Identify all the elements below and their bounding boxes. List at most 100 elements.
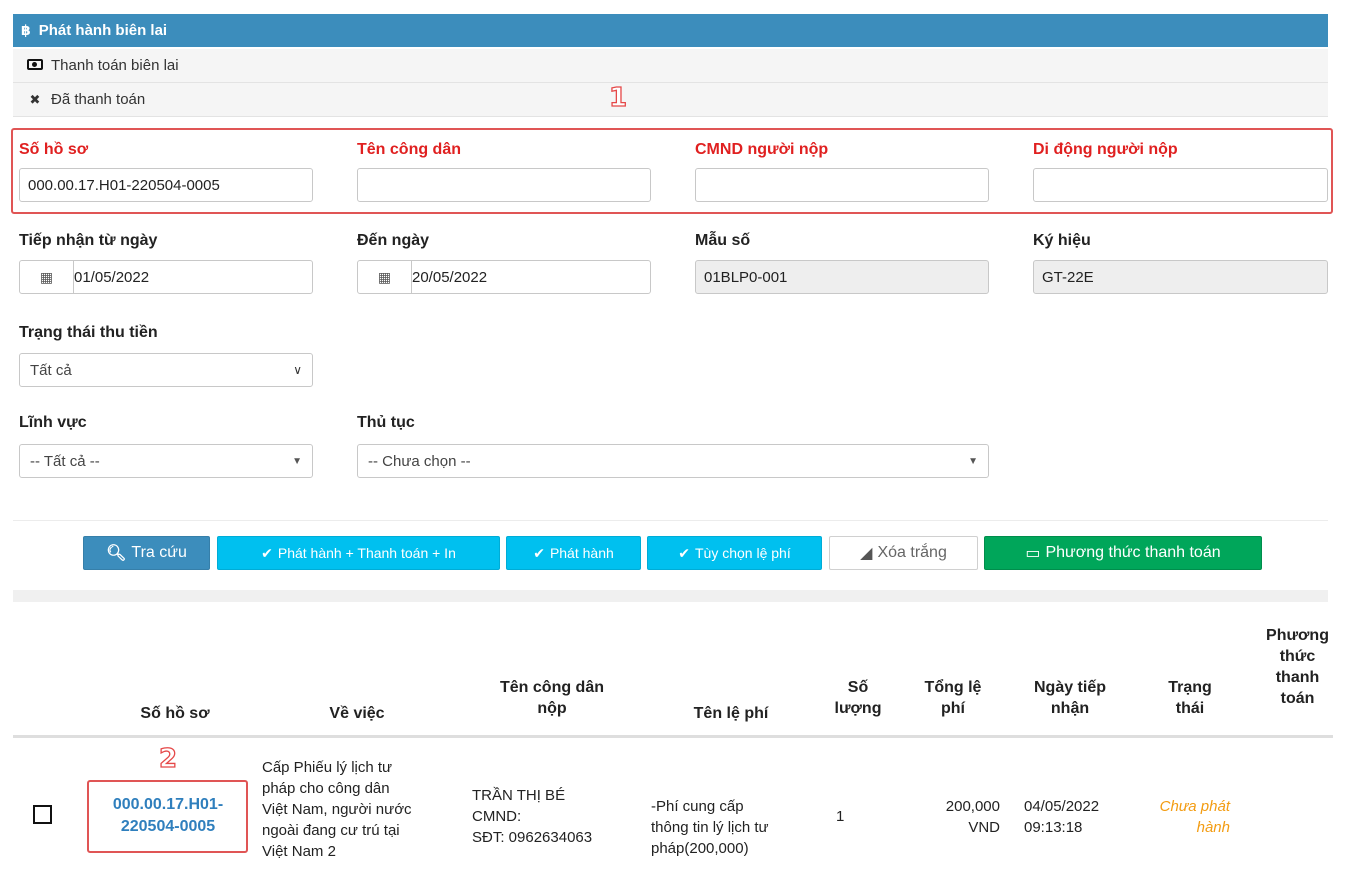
di-dong-input[interactable] bbox=[1033, 168, 1328, 202]
baht-icon: ฿ bbox=[21, 22, 31, 38]
phat-hanh-button[interactable]: ✔ Phát hành bbox=[506, 536, 641, 570]
cell-line: hành bbox=[1196, 819, 1230, 836]
linh-vuc-select[interactable]: -- Tất cả -- ▼ bbox=[19, 444, 313, 478]
table-header-border bbox=[13, 735, 1333, 738]
den-ngay-value: 20/05/2022 bbox=[412, 268, 488, 286]
xoa-trang-button[interactable]: ◢ Xóa trắng bbox=[829, 536, 978, 570]
cell-line: CMND: bbox=[472, 808, 522, 825]
cell-line: thông tin lý lịch tư bbox=[651, 819, 769, 836]
phuong-thuc-thanh-toan-label: Phương thức thanh toán bbox=[1045, 544, 1221, 561]
col-header-line: nộp bbox=[537, 700, 567, 717]
calendar-icon[interactable]: ▦ bbox=[358, 261, 412, 293]
trang-thai-value: Tất cả bbox=[30, 361, 72, 379]
ten-cong-dan-input[interactable] bbox=[357, 168, 651, 202]
col-header-line: lượng bbox=[834, 700, 882, 717]
annotation-number-2: 2 bbox=[158, 743, 178, 774]
tu-ngay-input[interactable]: ▦ 01/05/2022 bbox=[19, 260, 313, 294]
cell-so-luong: 1 bbox=[836, 808, 845, 825]
menu-item-da-thanh-toan[interactable]: ✖ Đã thanh toán bbox=[13, 83, 1328, 117]
label-thu-tuc: Thủ tục bbox=[357, 414, 415, 431]
col-header-line: thái bbox=[1175, 700, 1205, 717]
label-so-ho-so: Số hồ sơ bbox=[19, 141, 89, 158]
phat-hanh-label: Phát hành bbox=[549, 545, 614, 561]
linh-vuc-value: -- Tất cả -- bbox=[30, 452, 100, 470]
col-header-line: thanh bbox=[1275, 669, 1320, 686]
money-icon bbox=[25, 58, 45, 73]
check-icon: ✔ bbox=[533, 544, 545, 561]
col-header-line: Ngày tiếp bbox=[1033, 679, 1106, 696]
col-header-line: Trạng bbox=[1168, 679, 1212, 696]
label-trang-thai-thu-tien: Trạng thái thu tiền bbox=[19, 324, 158, 341]
chevron-down-icon: ∨ bbox=[293, 363, 302, 377]
cell-line: pháp(200,000) bbox=[651, 840, 749, 857]
status-badge: Chưa phát hành bbox=[1140, 796, 1230, 838]
col-header-ten-le-phi: Tên lệ phí bbox=[693, 705, 769, 722]
col-header-line: Tổng lệ bbox=[924, 679, 982, 696]
so-ho-so-link-line: 000.00.17.H01- bbox=[112, 796, 224, 813]
label-ten-cong-dan: Tên công dân bbox=[357, 141, 461, 158]
label-cmnd: CMND người nộp bbox=[695, 141, 829, 158]
so-ho-so-link[interactable]: 000.00.17.H01- 220504-0005 bbox=[92, 794, 244, 838]
cell-line: ngoài đang cư trú tại bbox=[262, 822, 400, 839]
eraser-icon: ◢ bbox=[860, 545, 873, 562]
col-header-line: Phương bbox=[1266, 627, 1329, 644]
ky-hieu-value: GT-22E bbox=[1042, 268, 1094, 286]
menu-item-label: Thanh toán biên lai bbox=[51, 57, 179, 74]
label-mau-so: Mẫu số bbox=[695, 232, 751, 249]
trang-thai-select[interactable]: Tất cả ∨ bbox=[19, 353, 313, 387]
tu-ngay-value: 01/05/2022 bbox=[74, 268, 150, 286]
cell-line: TRẦN THỊ BÉ bbox=[472, 787, 566, 804]
close-icon: ✖ bbox=[29, 91, 41, 107]
label-linh-vuc: Lĩnh vực bbox=[19, 414, 87, 431]
cell-ten-cong-dan: TRẦN THỊ BÉ CMND: SĐT: 0962634063 bbox=[472, 785, 642, 848]
col-header-line: phí bbox=[941, 700, 965, 717]
check-icon: ✔ bbox=[678, 544, 690, 561]
label-di-dong: Di động người nộp bbox=[1033, 141, 1178, 158]
xoa-trang-label: Xóa trắng bbox=[877, 544, 947, 561]
col-header-line: thức bbox=[1279, 648, 1316, 665]
calendar-icon[interactable]: ▦ bbox=[20, 261, 74, 293]
search-icon: 🔍︎ bbox=[106, 545, 127, 562]
col-header-line: Tên công dân bbox=[500, 679, 604, 696]
cell-ten-le-phi: -Phí cung cấp thông tin lý lịch tư pháp(… bbox=[651, 796, 821, 859]
col-header-ten-cong-dan: Tên công dân nộp bbox=[462, 677, 642, 719]
so-ho-so-input[interactable]: 000.00.17.H01-220504-0005 bbox=[19, 168, 313, 202]
cmnd-input[interactable] bbox=[695, 168, 989, 202]
phat-hanh-thanh-toan-in-button[interactable]: ✔ Phát hành + Thanh toán + In bbox=[217, 536, 500, 570]
caret-down-icon: ▼ bbox=[292, 455, 302, 467]
tra-cuu-label: Tra cứu bbox=[131, 544, 187, 561]
col-header-line: nhận bbox=[1050, 700, 1090, 717]
menu-item-label: Đã thanh toán bbox=[51, 91, 146, 108]
phuong-thuc-thanh-toan-button[interactable]: ▭ Phương thức thanh toán bbox=[984, 536, 1262, 570]
menu-item-thanh-toan[interactable]: Thanh toán biên lai bbox=[13, 49, 1328, 83]
check-icon: ✔ bbox=[261, 544, 273, 561]
tuy-chon-le-phi-button[interactable]: ✔ Tùy chọn lệ phí bbox=[647, 536, 822, 570]
cell-ngay-tiep-nhan: 04/05/2022 09:13:18 bbox=[1024, 796, 1134, 838]
tuy-chon-le-phi-label: Tùy chọn lệ phí bbox=[695, 545, 791, 561]
mau-so-value: 01BLP0-001 bbox=[704, 268, 788, 286]
cell-line: VND bbox=[968, 819, 1000, 836]
col-header-tong-le-phi: Tổng lệ phí bbox=[908, 677, 998, 719]
annotation-number-1: 1 bbox=[608, 82, 628, 113]
cell-line: pháp cho công dân bbox=[262, 780, 390, 797]
cell-line: 09:13:18 bbox=[1024, 819, 1083, 836]
col-header-line: toán bbox=[1280, 690, 1315, 707]
thu-tuc-value: -- Chưa chọn -- bbox=[368, 452, 471, 470]
label-ky-hieu: Ký hiệu bbox=[1033, 232, 1091, 249]
cell-line: 04/05/2022 bbox=[1024, 798, 1100, 815]
row-checkbox[interactable] bbox=[33, 805, 52, 824]
col-header-phuong-thuc: Phương thức thanh toán bbox=[1250, 625, 1345, 709]
cell-line: -Phí cung cấp bbox=[651, 798, 744, 815]
col-header-so-ho-so: Số hồ sơ bbox=[140, 705, 210, 722]
cell-line: Việt Nam 2 bbox=[262, 843, 336, 860]
den-ngay-input[interactable]: ▦ 20/05/2022 bbox=[357, 260, 651, 294]
col-header-so-luong: Số lượng bbox=[826, 677, 890, 719]
page-header: ฿ Phát hành biên lai bbox=[13, 14, 1328, 47]
section-gap bbox=[13, 590, 1328, 602]
label-tu-ngay: Tiếp nhận từ ngày bbox=[19, 232, 158, 249]
thu-tuc-select[interactable]: -- Chưa chọn -- ▼ bbox=[357, 444, 989, 478]
divider bbox=[13, 520, 1328, 521]
tra-cuu-button[interactable]: 🔍︎ Tra cứu bbox=[83, 536, 210, 570]
so-ho-so-link-line: 220504-0005 bbox=[120, 818, 216, 835]
col-header-line: Số bbox=[847, 679, 869, 696]
